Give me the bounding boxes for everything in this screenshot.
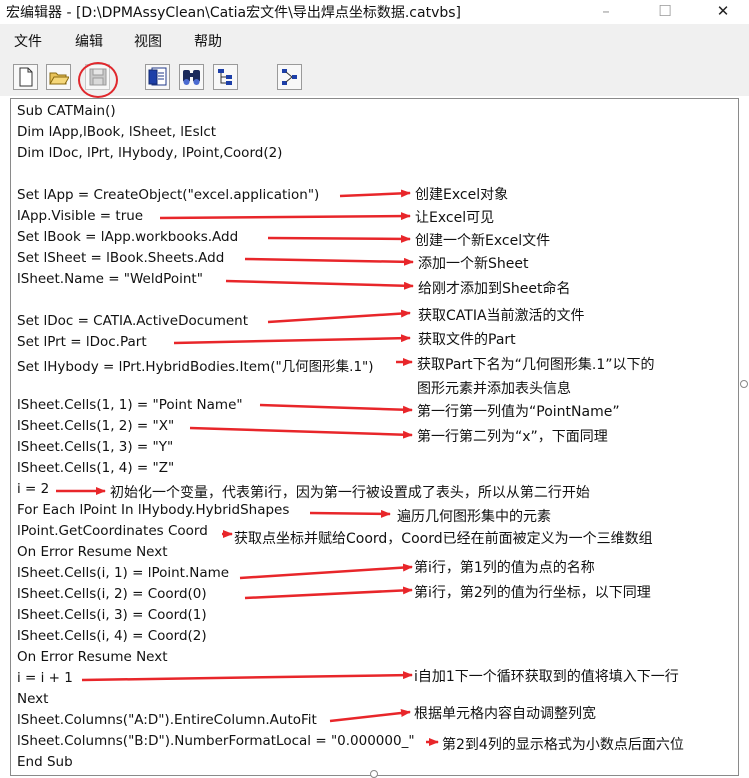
code-line: lSheet.Cells(1, 2) = "X" <box>17 418 175 434</box>
code-line: Next <box>17 691 49 707</box>
dialog-icon <box>148 67 167 86</box>
code-line: Dim lDoc, lPrt, lHybody, lPoint,Coord(2) <box>17 145 283 161</box>
code-line: lSheet.Columns("A:D").EntireColumn.AutoF… <box>17 712 317 728</box>
maximize-button[interactable]: ☐ <box>642 0 688 24</box>
annotation: 让Excel可见 <box>415 210 495 226</box>
menu-edit[interactable]: 编辑 <box>75 31 103 51</box>
annotation: 第i行，第1列的值为点的名称 <box>414 560 595 576</box>
annotation: 第一行第一列值为“PointName” <box>417 404 620 420</box>
code-line: Set lSheet = lBook.Sheets.Add <box>17 250 225 266</box>
annotation: 添加一个新Sheet <box>418 256 529 272</box>
annotation: 根据单元格内容自动调整列宽 <box>414 706 596 722</box>
find-icon <box>183 70 200 85</box>
graph-icon <box>282 69 297 85</box>
code-line: lPoint.GetCoordinates Coord <box>17 523 208 539</box>
new-file-icon <box>19 67 33 87</box>
new-file-button[interactable] <box>13 64 38 90</box>
code-line: For Each lPoint In lHybody.HybridShapes <box>17 502 290 518</box>
code-line: lSheet.Cells(i, 2) = Coord(0) <box>17 586 207 602</box>
menu-file[interactable]: 文件 <box>14 31 42 51</box>
code-line: lSheet.Columns("B:D").NumberFormatLocal … <box>17 733 415 749</box>
annotation: 遍历几何图形集中的元素 <box>397 509 551 525</box>
annotation: 图形元素并添加表头信息 <box>417 381 571 397</box>
annotation: 第i行，第2列的值为行坐标，以下同理 <box>414 585 651 601</box>
menu-view[interactable]: 视图 <box>134 31 162 51</box>
code-line: Set lDoc = CATIA.ActiveDocument <box>17 313 249 329</box>
code-line: i = i + 1 <box>17 670 73 686</box>
code-line: Dim lApp,lBook, lSheet, lEslct <box>17 124 217 140</box>
object-tree-icon <box>218 69 232 85</box>
code-line: On Error Resume Next <box>17 649 168 665</box>
window-title: 宏编辑器 - [D:\DPMAssyClean\Catia宏文件\导出焊点坐标数… <box>6 5 461 21</box>
code-line: lSheet.Cells(i, 3) = Coord(1) <box>17 607 207 623</box>
code-line: lSheet.Cells(i, 1) = lPoint.Name <box>17 565 230 581</box>
menu-help[interactable]: 帮助 <box>194 31 222 51</box>
annotation: i自加1下一个循环获取到的值将填入下一行 <box>414 669 679 685</box>
code-line: Set lHybody = lPrt.HybridBodies.Item("几何… <box>17 359 374 375</box>
code-line: lSheet.Cells(1, 1) = "Point Name" <box>17 397 243 413</box>
open-button[interactable] <box>46 64 71 90</box>
code-line: lSheet.Cells(1, 3) = "Y" <box>17 439 174 455</box>
code-line: lApp.Visible = true <box>17 208 144 224</box>
menu-bar: 文件 编辑 视图 帮助 <box>0 24 749 54</box>
open-folder-icon <box>49 72 69 85</box>
code-line: lSheet.Cells(1, 4) = "Z" <box>17 460 175 476</box>
resize-handle[interactable] <box>370 770 378 778</box>
annotation: 获取Part下名为“几何图形集.1”以下的 <box>417 357 655 373</box>
code-line: Set lBook = lApp.workbooks.Add <box>17 229 239 245</box>
minimize-button[interactable]: – <box>583 0 629 24</box>
dialog-button[interactable] <box>145 64 170 90</box>
code-line: Set lPrt = lDoc.Part <box>17 334 147 350</box>
code-line: lSheet.Cells(i, 4) = Coord(2) <box>17 628 207 644</box>
annotation: 获取点坐标并赋给Coord，Coord已经在前面被定义为一个三维数组 <box>234 531 653 547</box>
save-highlight-circle <box>78 62 118 98</box>
code-line: lSheet.Name = "WeldPoint" <box>17 271 203 287</box>
annotation: 第一行第二列为“x”，下面同理 <box>417 429 608 445</box>
code-line: End Sub <box>17 754 73 770</box>
close-button[interactable]: ✕ <box>700 0 746 24</box>
find-button[interactable] <box>179 64 204 90</box>
object-tree-button[interactable] <box>213 64 238 90</box>
annotation: 创建一个新Excel文件 <box>415 233 551 249</box>
code-line: Set lApp = CreateObject("excel.applicati… <box>17 187 320 203</box>
annotation: 第2到4列的显示格式为小数点后面六位 <box>442 737 684 753</box>
annotation: 给刚才添加到Sheet命名 <box>418 281 571 297</box>
annotation: 创建Excel对象 <box>415 187 509 203</box>
code-line: Sub CATMain() <box>17 103 116 119</box>
annotation: 初始化一个变量，代表第i行，因为第一行被设置成了表头，所以从第二行开始 <box>110 485 590 501</box>
graph-button[interactable] <box>277 64 302 90</box>
annotation: 获取CATIA当前激活的文件 <box>418 308 585 324</box>
code-line: On Error Resume Next <box>17 544 168 560</box>
annotation: 获取文件的Part <box>418 332 516 348</box>
code-line: i = 2 <box>17 481 50 497</box>
title-bar: 宏编辑器 - [D:\DPMAssyClean\Catia宏文件\导出焊点坐标数… <box>0 0 749 24</box>
resize-handle[interactable] <box>740 380 748 388</box>
